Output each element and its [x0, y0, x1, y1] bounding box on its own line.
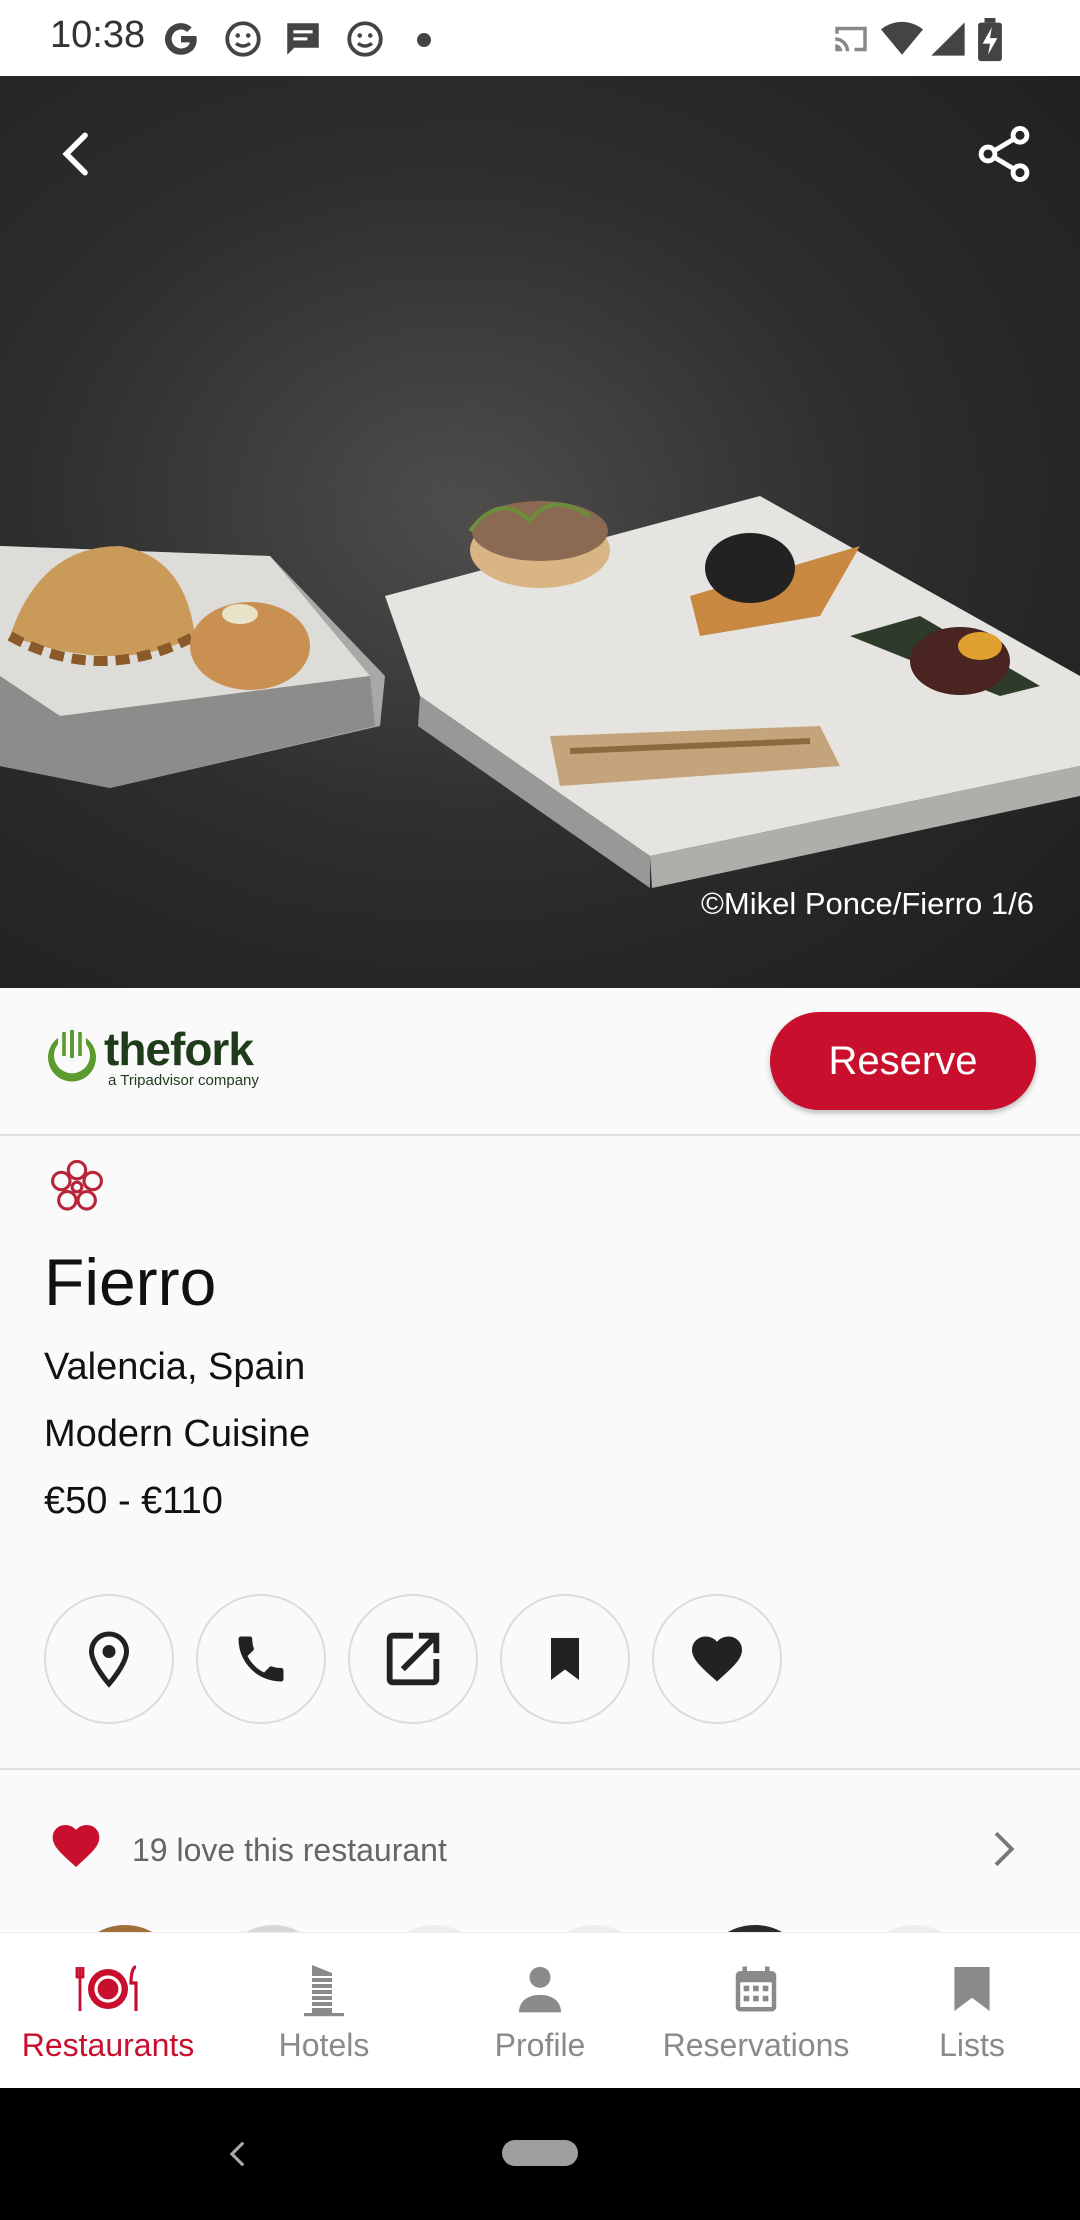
restaurant-photo-carousel[interactable]: ©Mikel Ponce/Fierro 1/6 [0, 76, 1080, 988]
love-button[interactable] [652, 1594, 782, 1724]
system-home-pill[interactable] [502, 2140, 578, 2166]
nav-label: Reservations [662, 2027, 850, 2063]
photo-credit: ©Mikel Ponce/Fierro 1/6 [701, 886, 1034, 921]
phone-icon [238, 1636, 284, 1682]
action-buttons [44, 1594, 782, 1724]
logo-wordmark: thefork [104, 1023, 254, 1075]
cell-signal-icon [931, 22, 965, 56]
open-external-icon [386, 1632, 440, 1686]
nav-reservations[interactable]: Reservations [656, 1933, 856, 2089]
bookmark-icon [954, 1967, 990, 2011]
booking-bar: thefork a Tripadvisor company Reserve [0, 988, 1080, 1136]
love-count-row[interactable]: 19 love this restaurant [0, 1770, 1080, 2035]
restaurant-icon [75, 1965, 138, 2011]
save-to-list-button[interactable] [500, 1594, 630, 1724]
nav-hotels[interactable]: Hotels [224, 1933, 424, 2089]
hotel-icon [304, 1965, 344, 2017]
share-icon[interactable] [972, 122, 1036, 186]
system-back-icon[interactable] [222, 2132, 256, 2176]
map-button[interactable] [44, 1594, 174, 1724]
message-icon [287, 23, 319, 55]
dot-icon [417, 33, 431, 47]
nav-profile[interactable]: Profile [440, 1933, 640, 2089]
back-arrow-icon[interactable] [50, 126, 106, 182]
nav-restaurants[interactable]: Restaurants [8, 1933, 208, 2089]
restaurant-price-range: €50 - €110 [44, 1480, 223, 1522]
location-icon [88, 1631, 130, 1688]
love-count-text: 19 love this restaurant [132, 1832, 447, 1868]
bookmark-icon [551, 1638, 579, 1680]
heart-icon [692, 1636, 742, 1682]
wifi-icon [881, 21, 923, 55]
restaurant-cuisine: Modern Cuisine [44, 1413, 311, 1455]
system-navigation-bar [0, 2088, 1080, 2220]
assistant-icon [347, 21, 383, 57]
assistant-icon [225, 21, 261, 57]
person-icon [519, 1966, 561, 2013]
chevron-right-icon [994, 1831, 1015, 1867]
nav-label: Profile [494, 2027, 586, 2063]
reserve-button[interactable]: Reserve [770, 1012, 1036, 1110]
restaurant-location: Valencia, Spain [44, 1346, 306, 1388]
michelin-star-icon [51, 1159, 103, 1211]
google-icon [165, 23, 197, 55]
status-time: 10:38 [50, 14, 146, 56]
battery-charging-icon [978, 18, 1002, 62]
heart-icon [52, 1824, 100, 1867]
nav-label: Lists [939, 2027, 1005, 2063]
cast-icon [835, 26, 867, 52]
nav-lists[interactable]: Lists [872, 1933, 1072, 2089]
website-button[interactable] [348, 1594, 478, 1724]
call-button[interactable] [196, 1594, 326, 1724]
calendar-icon [735, 1966, 777, 2012]
restaurant-name: Fierro [44, 1245, 217, 1319]
restaurant-info: Fierro Valencia, Spain Modern Cuisine €5… [0, 1136, 1080, 1770]
thefork-logo: thefork a Tripadvisor company [42, 1023, 262, 1096]
status-bar: 10:38 [0, 0, 1080, 76]
bottom-navigation: Restaurants Hotels Profile Reservations … [0, 1932, 1080, 2089]
logo-tagline: a Tripadvisor company [108, 1072, 259, 1089]
food-photo [0, 76, 1080, 988]
nav-label: Hotels [278, 2027, 370, 2063]
fork-icon [48, 1030, 96, 1082]
nav-label: Restaurants [21, 2027, 195, 2063]
